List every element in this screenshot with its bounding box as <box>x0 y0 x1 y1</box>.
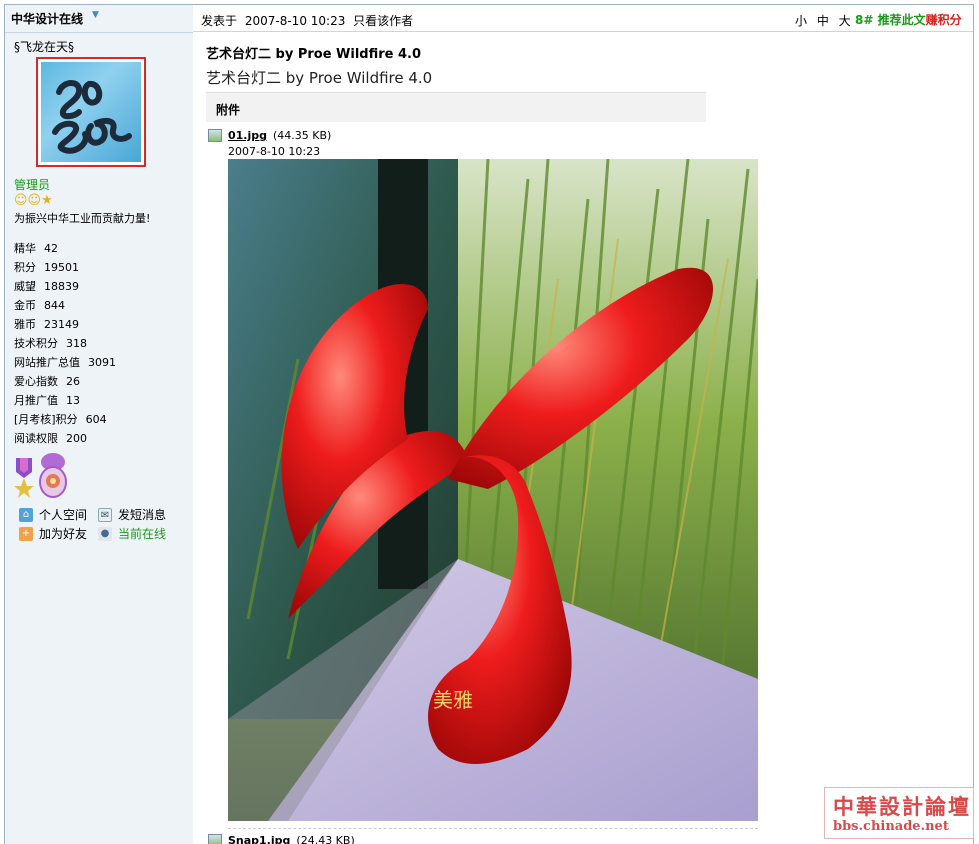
image-file-icon <box>208 834 222 844</box>
stat-row: 爱心指数 26 <box>14 372 116 391</box>
stat-row: 月推广值 13 <box>14 391 116 410</box>
posted-label: 发表于 <box>201 14 238 28</box>
personal-space-label: 个人空间 <box>39 508 88 522</box>
stat-key: 网站推广总值 <box>14 356 80 369</box>
stat-row: 精华 42 <box>14 239 116 258</box>
stat-value: 200 <box>66 432 87 445</box>
stat-value: 19501 <box>44 261 79 274</box>
recommend-link[interactable]: 推荐此文 <box>878 13 926 27</box>
badge-icon <box>39 453 67 498</box>
post-floor-bar: 8# 推荐此文赚积分 <box>855 11 962 28</box>
author-stats: 精华 42 积分 19501 威望 18839 金币 844 雅币 23149 技术积分 3… <box>14 239 116 448</box>
home-icon: ⌂ <box>19 507 33 522</box>
post-meta: 发表于 2007-8-10 10:23 只看该作者 <box>201 12 417 29</box>
stat-key: 精华 <box>14 242 36 255</box>
attachment-header: 附件 <box>206 92 706 122</box>
stat-value: 13 <box>66 394 80 407</box>
attachment-divider <box>228 828 758 829</box>
add-friend-label: 加为好友 <box>39 527 88 541</box>
post-header-bar: 发表于 2007-8-10 10:23 只看该作者 小 中 大 8# 推荐此文赚… <box>193 5 973 32</box>
stat-key: 雅币 <box>14 318 36 331</box>
online-status-label: 当前在线 <box>118 527 167 541</box>
stat-value: 318 <box>66 337 87 350</box>
stat-value: 604 <box>85 413 107 426</box>
post-body-text: 艺术台灯二 by Proe Wildfire 4.0 <box>206 69 433 87</box>
stat-key: [月考核]积分 <box>14 413 78 426</box>
signature-motto: 为振兴中华工业而贡献力量! <box>14 212 151 225</box>
send-message-label: 发短消息 <box>118 508 167 522</box>
role-label: 管理员 <box>14 178 51 192</box>
stat-row: 网站推广总值 3091 <box>14 353 116 372</box>
avatar[interactable] <box>36 57 146 167</box>
forum-name[interactable]: 中华设计在线 <box>11 10 83 27</box>
stat-value: 26 <box>66 375 80 388</box>
author-username[interactable]: §飞龙在天§ <box>14 38 74 55</box>
stat-key: 金币 <box>14 299 36 312</box>
stat-row: 阅读权限 200 <box>14 429 116 448</box>
attachment-item[interactable]: 01.jpg (44.35 KB) <box>208 129 331 142</box>
attachment-label: 附件 <box>216 103 241 117</box>
personal-space-link[interactable]: ⌂ 个人空间 <box>19 506 87 523</box>
avatar-image <box>41 62 141 162</box>
attachment-filename[interactable]: 01.jpg <box>228 129 267 142</box>
attachment-image[interactable]: 美雅 <box>228 159 758 821</box>
site-watermark: 中華設計論壇 bbs.chinade.net <box>824 787 974 839</box>
only-author-link[interactable]: 只看该作者 <box>353 14 413 28</box>
stat-key: 积分 <box>14 261 36 274</box>
send-message-link[interactable]: ✉ 发短消息 <box>98 506 166 523</box>
attachment-size: (44.35 KB) <box>273 129 332 142</box>
user-icon: ● <box>98 526 112 541</box>
add-user-icon: + <box>19 526 33 541</box>
image-file-icon <box>208 129 222 142</box>
chevron-down-icon[interactable]: ▼ <box>92 10 99 20</box>
earn-points-link[interactable]: 赚积分 <box>926 13 962 27</box>
stat-key: 技术积分 <box>14 337 58 350</box>
envelope-icon: ✉ <box>98 507 112 522</box>
stat-key: 月推广值 <box>14 394 58 407</box>
stat-value: 23149 <box>44 318 79 331</box>
online-status: ● 当前在线 <box>98 525 166 542</box>
watermark-url: bbs.chinade.net <box>833 819 949 834</box>
stat-row: [月考核]积分 604 <box>14 410 116 429</box>
attachment-item[interactable]: Snap1.jpg (24.43 KB) <box>208 834 355 844</box>
add-friend-link[interactable]: + 加为好友 <box>19 525 87 542</box>
attachment-size: (24.43 KB) <box>296 834 355 844</box>
post-title: 艺术台灯二 by Proe Wildfire 4.0 <box>206 47 422 62</box>
rank-stars-icon: ☺☺★ <box>14 193 53 208</box>
stat-value: 3091 <box>88 356 116 369</box>
attachment-filename[interactable]: Snap1.jpg <box>228 834 290 844</box>
medal-icon <box>14 458 34 498</box>
lamp-render-image: 美雅 <box>228 159 758 821</box>
font-size-switcher[interactable]: 小 中 大 <box>795 12 851 29</box>
stat-key: 爱心指数 <box>14 375 58 388</box>
stat-value: 42 <box>44 242 58 255</box>
photo-caption: 美雅 <box>433 688 473 712</box>
posted-time: 2007-8-10 10:23 <box>244 14 346 28</box>
stat-row: 金币 844 <box>14 296 116 315</box>
stat-value: 844 <box>44 299 65 312</box>
stat-key: 阅读权限 <box>14 432 58 445</box>
floor-number[interactable]: 8# <box>855 13 873 27</box>
stat-row: 威望 18839 <box>14 277 116 296</box>
attachment-date: 2007-8-10 10:23 <box>228 145 321 158</box>
stat-value: 18839 <box>44 280 79 293</box>
stat-row: 技术积分 318 <box>14 334 116 353</box>
watermark-title: 中華設計論壇 <box>833 794 971 819</box>
stat-row: 积分 19501 <box>14 258 116 277</box>
stat-key: 威望 <box>14 280 36 293</box>
stat-row: 雅币 23149 <box>14 315 116 334</box>
